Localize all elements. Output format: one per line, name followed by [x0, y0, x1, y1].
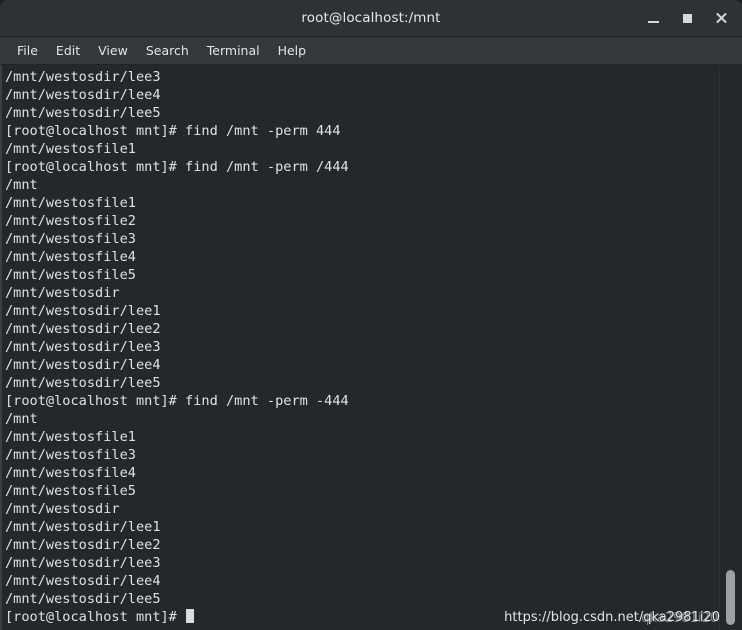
menu-item-terminal[interactable]: Terminal: [198, 40, 269, 61]
terminal-line: [root@localhost mnt]# find /mnt -perm -4…: [5, 393, 349, 409]
maximize-icon: [682, 13, 692, 23]
menu-item-search[interactable]: Search: [137, 40, 198, 61]
terminal-line: /mnt/westosfile1: [5, 141, 136, 157]
terminal-line: /mnt/westosdir/lee4: [5, 357, 161, 373]
terminal-line: /mnt/westosfile3: [5, 231, 136, 247]
terminal-line: /mnt/westosdir/lee5: [5, 591, 161, 607]
terminal-prompt-line[interactable]: [root@localhost mnt]#: [5, 608, 720, 626]
terminal-line: /mnt/westosfile5: [5, 267, 136, 283]
terminal-line: /mnt/westosfile1: [5, 195, 136, 211]
terminal-line: /mnt/westosdir/lee4: [5, 87, 161, 103]
close-button[interactable]: [704, 3, 738, 33]
terminal-scrollbar[interactable]: [719, 65, 742, 630]
menu-item-edit[interactable]: Edit: [47, 40, 89, 61]
menu-item-file[interactable]: File: [8, 40, 47, 61]
terminal-line: /mnt/westosfile5: [5, 483, 136, 499]
terminal-line: /mnt/westosfile2: [5, 213, 136, 229]
terminal-line: /mnt/westosdir/lee1: [5, 519, 161, 535]
terminal-line: /mnt/westosdir/lee2: [5, 321, 161, 337]
menu-item-view[interactable]: View: [89, 40, 137, 61]
terminal-line: /mnt/westosfile4: [5, 465, 136, 481]
terminal-line: /mnt/westosdir: [5, 501, 120, 517]
titlebar[interactable]: root@localhost:/mnt: [0, 0, 742, 37]
terminal-line: /mnt/westosfile1: [5, 429, 136, 445]
minimize-button[interactable]: [636, 3, 670, 33]
terminal-line: /mnt/westosdir/lee4: [5, 573, 161, 589]
close-icon: [715, 12, 727, 24]
terminal-line: /mnt/westosdir/lee3: [5, 339, 161, 355]
maximize-button[interactable]: [670, 3, 704, 33]
terminal-line: /mnt/westosdir/lee5: [5, 375, 161, 391]
terminal-output[interactable]: /mnt/westosdir/lee3/mnt/westosdir/lee4/m…: [2, 65, 720, 630]
terminal-prompt-text: [root@localhost mnt]#: [5, 609, 186, 625]
menu-item-help[interactable]: Help: [269, 40, 316, 61]
terminal-line: /mnt/westosdir/lee3: [5, 555, 161, 571]
terminal-line: /mnt: [5, 177, 38, 193]
terminal-line: /mnt/westosfile3: [5, 447, 136, 463]
terminal-line: /mnt/westosdir: [5, 285, 120, 301]
terminal-line: /mnt/westosdir/lee3: [5, 69, 161, 85]
window-controls: [636, 0, 738, 36]
scrollbar-thumb[interactable]: [726, 570, 735, 625]
terminal-line: /mnt: [5, 411, 38, 427]
menubar: File Edit View Search Terminal Help: [0, 37, 742, 65]
minimize-icon: [647, 21, 659, 23]
terminal-line: /mnt/westosdir/lee2: [5, 537, 161, 553]
terminal-cursor: [186, 609, 195, 623]
terminal-body[interactable]: /mnt/westosdir/lee3/mnt/westosdir/lee4/m…: [0, 65, 742, 630]
window-title: root@localhost:/mnt: [301, 10, 441, 26]
terminal-line: /mnt/westosdir/lee1: [5, 303, 161, 319]
terminal-line: /mnt/westosfile4: [5, 249, 136, 265]
terminal-window: root@localhost:/mnt File Edit View Searc…: [0, 0, 742, 630]
terminal-line: [root@localhost mnt]# find /mnt -perm /4…: [5, 159, 349, 175]
terminal-line: [root@localhost mnt]# find /mnt -perm 44…: [5, 123, 341, 139]
terminal-line: /mnt/westosdir/lee5: [5, 105, 161, 121]
